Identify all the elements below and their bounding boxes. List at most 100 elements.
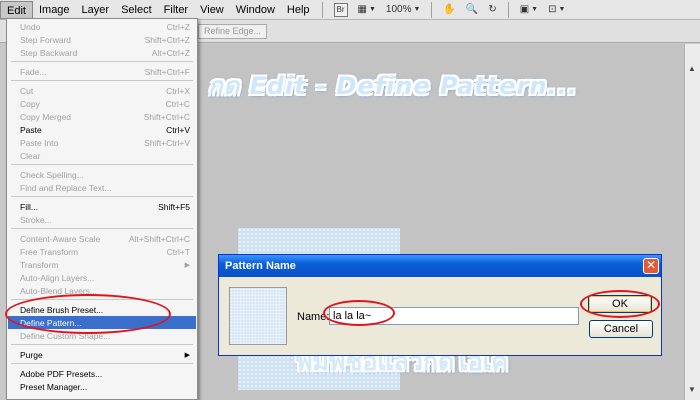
- menu-item-label: Content-Aware Scale: [20, 233, 101, 244]
- menu-separator: [11, 344, 193, 345]
- menubar-divider: [507, 1, 509, 18]
- menu-item-label: Transform: [20, 259, 59, 270]
- cancel-button[interactable]: Cancel: [589, 320, 653, 338]
- menu-item-paste-into[interactable]: Paste Into Shift+Ctrl+V: [8, 136, 196, 149]
- menu-item-label: Clear: [20, 150, 41, 161]
- chevron-down-icon: ▼: [531, 6, 539, 13]
- menu-image[interactable]: Image: [33, 1, 76, 19]
- menu-item-label: Copy: [20, 98, 40, 109]
- grid-icon: ▦: [357, 4, 367, 15]
- menu-item-stroke[interactable]: Stroke...: [8, 213, 196, 226]
- menu-item-auto-align-layers[interactable]: Auto-Align Layers...: [8, 271, 196, 284]
- instruction-caption-top: กด Edit - Define Pattern...: [208, 72, 578, 100]
- menu-item-copy[interactable]: Copy Ctrl+C: [8, 97, 196, 110]
- menu-item-undo[interactable]: Undo Ctrl+Z: [8, 20, 196, 33]
- rotate-view-button[interactable]: ↻: [485, 2, 499, 18]
- vertical-scrollbar[interactable]: ▲ ▼: [684, 44, 700, 400]
- menu-item-label: Free Transform: [20, 246, 79, 257]
- menu-item-shortcut: Ctrl+C: [165, 98, 190, 109]
- hand-icon: ✋: [443, 4, 456, 15]
- hand-tool-button[interactable]: ✋: [440, 2, 458, 18]
- dialog-title[interactable]: Pattern Name: [219, 255, 661, 277]
- menu-item-shortcut: Shift+F5: [158, 201, 190, 212]
- screen-icon: ⊡: [548, 4, 557, 15]
- menu-item-label: Stroke...: [20, 214, 52, 225]
- menu-item-label: Check Spelling...: [20, 169, 84, 180]
- bridge-button[interactable]: Br: [331, 2, 351, 18]
- menu-item-transform[interactable]: Transform ▶: [8, 258, 196, 271]
- scroll-down-icon[interactable]: ▼: [688, 385, 696, 394]
- highlight-oval-ok-button: [580, 290, 660, 318]
- menu-item-free-transform[interactable]: Free Transform Ctrl+T: [8, 245, 196, 258]
- menu-separator: [11, 363, 193, 364]
- arrange-documents-button[interactable]: ▣ ▼: [517, 2, 541, 18]
- menu-view[interactable]: View: [194, 1, 230, 19]
- menu-item-label: Paste: [20, 124, 42, 135]
- chevron-down-icon: ▼: [413, 6, 421, 13]
- menu-item-preset-manager[interactable]: Preset Manager...: [8, 380, 196, 393]
- menu-item-label: Purge: [20, 349, 43, 360]
- menu-edit[interactable]: Edit: [0, 0, 33, 19]
- bridge-label: Br: [333, 2, 348, 17]
- menu-item-label: Step Backward: [20, 47, 78, 58]
- menu-item-shortcut: Shift+Ctrl+F: [144, 66, 190, 77]
- menu-item-fade[interactable]: Fade... Shift+Ctrl+F: [8, 65, 196, 78]
- pattern-preview: [229, 287, 287, 345]
- menu-separator: [11, 196, 193, 197]
- menu-item-label: Paste Into: [20, 137, 59, 148]
- menu-separator: [11, 80, 193, 81]
- menu-item-label: Undo: [20, 21, 41, 32]
- zoom-tool-button[interactable]: 🔍: [463, 2, 481, 18]
- highlight-oval-name-input: [323, 300, 395, 326]
- menu-item-paste[interactable]: Paste Ctrl+V: [8, 123, 196, 136]
- menu-item-shortcut: Shift+Ctrl+Z: [144, 34, 190, 45]
- menu-item-shortcut: Ctrl+Z: [166, 21, 190, 32]
- layout-icon: ▣: [519, 4, 530, 15]
- chevron-down-icon: ▼: [368, 6, 376, 13]
- magnifier-icon: 🔍: [465, 4, 479, 15]
- menu-item-label: Copy Merged: [20, 111, 72, 122]
- screen-mode-button[interactable]: ⊡ ▼: [545, 2, 568, 18]
- menu-item-label: Find and Replace Text...: [20, 182, 112, 193]
- rotate-icon: ↻: [488, 4, 497, 15]
- menu-item-shortcut: Shift+Ctrl+C: [143, 111, 190, 122]
- menu-item-label: Fill...: [20, 201, 38, 212]
- menu-item-clear[interactable]: Clear: [8, 149, 196, 162]
- menu-item-purge[interactable]: Purge ▶: [8, 348, 196, 361]
- menu-item-fill[interactable]: Fill... Shift+F5: [8, 200, 196, 213]
- scroll-up-icon[interactable]: ▲: [688, 64, 696, 73]
- extras-button[interactable]: ▦ ▼: [355, 2, 379, 18]
- menu-item-cut[interactable]: Cut Ctrl+X: [8, 84, 196, 97]
- menu-separator: [11, 228, 193, 229]
- menu-item-shortcut: Ctrl+X: [166, 85, 190, 96]
- submenu-arrow-icon: ▶: [184, 351, 190, 359]
- chevron-down-icon: ▼: [558, 6, 566, 13]
- menu-item-check-spelling[interactable]: Check Spelling...: [8, 168, 196, 181]
- menu-item-find-replace[interactable]: Find and Replace Text...: [8, 181, 196, 194]
- menu-item-label: Preset Manager...: [20, 381, 88, 392]
- menubar-divider: [321, 1, 323, 18]
- menu-layer[interactable]: Layer: [76, 1, 116, 19]
- menu-help[interactable]: Help: [281, 1, 316, 19]
- refine-edge-button[interactable]: Refine Edge...: [198, 24, 268, 39]
- close-icon[interactable]: ✕: [643, 258, 659, 274]
- menu-item-copy-merged[interactable]: Copy Merged Shift+Ctrl+C: [8, 110, 196, 123]
- menu-item-label: Fade...: [20, 66, 47, 77]
- menu-item-label: Cut: [20, 85, 34, 96]
- menu-item-step-forward[interactable]: Step Forward Shift+Ctrl+Z: [8, 33, 196, 46]
- menu-window[interactable]: Window: [230, 1, 281, 19]
- menu-item-shortcut: Shift+Ctrl+V: [144, 137, 190, 148]
- menu-item-step-backward[interactable]: Step Backward Alt+Ctrl+Z: [8, 46, 196, 59]
- menu-item-shortcut: Ctrl+V: [166, 124, 190, 135]
- zoom-value: 100%: [385, 4, 412, 15]
- menu-item-label: Adobe PDF Presets...: [20, 368, 103, 379]
- menu-item-shortcut: Alt+Shift+Ctrl+C: [128, 233, 190, 244]
- zoom-dropdown[interactable]: 100% ▼: [383, 2, 424, 18]
- menu-item-content-aware-scale[interactable]: Content-Aware Scale Alt+Shift+Ctrl+C: [8, 232, 196, 245]
- menu-filter[interactable]: Filter: [158, 1, 194, 19]
- menu-item-shortcut: Alt+Ctrl+Z: [151, 47, 190, 58]
- menu-separator: [11, 61, 193, 62]
- menu-item-adobe-pdf-presets[interactable]: Adobe PDF Presets...: [8, 367, 196, 380]
- menu-select[interactable]: Select: [115, 1, 158, 19]
- edit-menu-dropdown: Undo Ctrl+Z Step Forward Shift+Ctrl+Z Step…: [6, 18, 198, 400]
